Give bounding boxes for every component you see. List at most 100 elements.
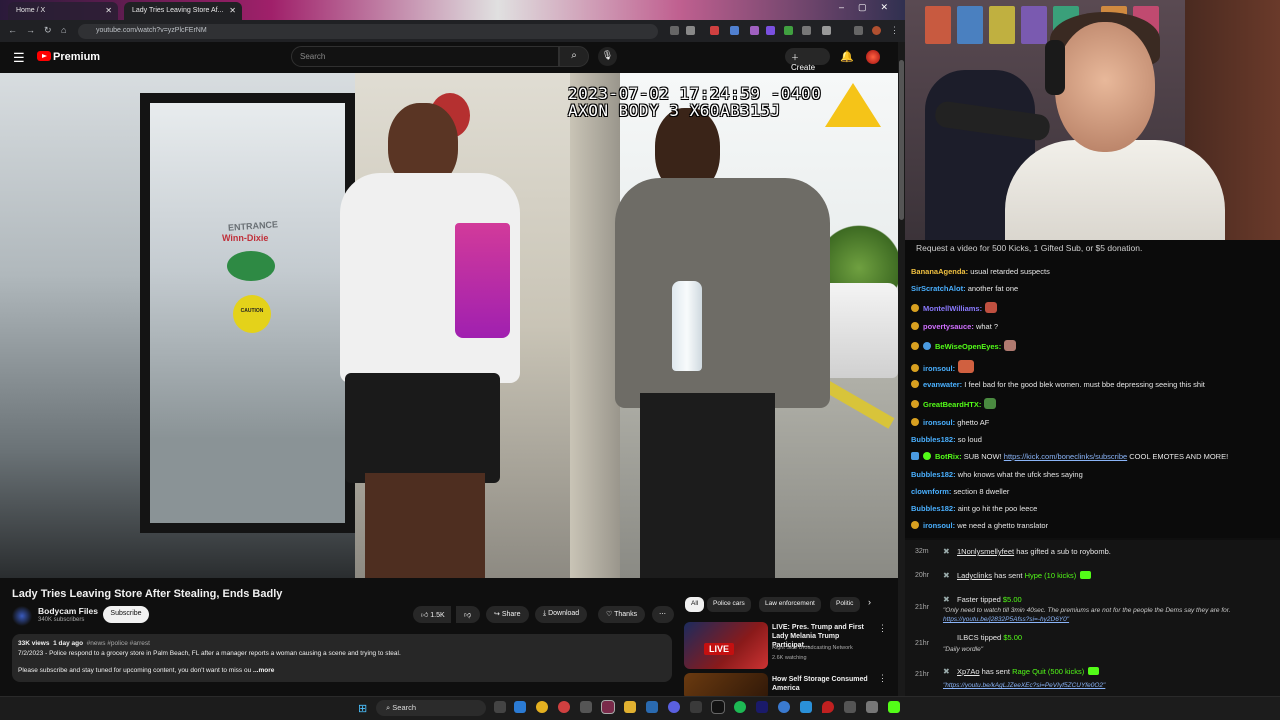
event-target[interactable]: roybomb. bbox=[1080, 547, 1111, 556]
app-icon[interactable] bbox=[690, 701, 702, 713]
extension-icon[interactable] bbox=[784, 26, 793, 35]
like-button[interactable]: 👍︎ 1.5K bbox=[413, 606, 451, 623]
browser-tab-youtube[interactable]: Lady Tries Leaving Store Af... ✕ bbox=[124, 2, 242, 20]
extension-icon[interactable] bbox=[766, 26, 775, 35]
voice-search-button[interactable]: 🎙 bbox=[598, 47, 617, 66]
video-description[interactable]: 33K views 1 day ago #news #police #arres… bbox=[12, 634, 672, 682]
search-input[interactable]: Search bbox=[291, 46, 559, 67]
forward-icon[interactable]: → bbox=[26, 25, 35, 35]
event-note-link[interactable]: "https://youtu.be/kAgLJZeeXEc?si=PeVIyf5… bbox=[943, 682, 1105, 689]
app-icon[interactable] bbox=[844, 701, 856, 713]
extension-icon[interactable] bbox=[822, 26, 831, 35]
app-icon[interactable] bbox=[646, 701, 658, 713]
app-icon[interactable] bbox=[800, 701, 812, 713]
chat-username[interactable]: BananaAgenda: bbox=[911, 267, 968, 276]
discord-icon[interactable] bbox=[668, 701, 680, 713]
event-user[interactable]: Xp7Ao bbox=[957, 667, 980, 676]
url-field[interactable]: youtube.com/watch?v=yzPlcFErNM bbox=[78, 24, 658, 39]
chat-username[interactable]: Bubbles182: bbox=[911, 504, 956, 513]
chat-link[interactable]: https://kick.com/boneclinks/subscribe bbox=[1004, 452, 1127, 461]
youtube-brand-label[interactable]: Premium bbox=[53, 51, 100, 63]
event-user[interactable]: ILBCS bbox=[957, 633, 979, 642]
bookmark-star-icon[interactable] bbox=[686, 26, 695, 35]
close-tab-icon[interactable]: ✕ bbox=[229, 6, 236, 15]
extension-icon[interactable] bbox=[670, 26, 679, 35]
task-view-icon[interactable] bbox=[494, 701, 506, 713]
active-app-icon[interactable] bbox=[601, 700, 615, 714]
chat-username[interactable]: ironsoul: bbox=[923, 364, 955, 373]
account-avatar[interactable] bbox=[866, 50, 880, 64]
home-icon[interactable]: ⌂ bbox=[61, 25, 66, 35]
chat-username[interactable]: MontellWilliams: bbox=[923, 304, 982, 313]
file-explorer-icon[interactable] bbox=[624, 701, 636, 713]
windows-start-icon[interactable]: ⊞ bbox=[358, 702, 367, 715]
chat-username[interactable]: ironsoul: bbox=[923, 521, 955, 530]
chat-username[interactable]: ironsoul: bbox=[923, 418, 955, 427]
extension-icon[interactable] bbox=[750, 26, 759, 35]
back-icon[interactable]: ← bbox=[8, 25, 17, 35]
chat-username[interactable]: SirScratchAlot: bbox=[911, 284, 966, 293]
more-actions-button[interactable]: ⋯ bbox=[652, 606, 674, 623]
browser-tab-x[interactable]: Home / X ✕ bbox=[8, 2, 118, 20]
app-icon[interactable] bbox=[778, 701, 790, 713]
subscribe-button[interactable]: Subscribe bbox=[103, 606, 149, 623]
recommendation-channel[interactable]: Right Side Broadcasting Network bbox=[772, 645, 853, 651]
hashtags[interactable]: #news #police #arrest bbox=[87, 640, 150, 647]
maps-pin-icon[interactable] bbox=[822, 701, 834, 713]
search-button[interactable]: ⌕ bbox=[559, 46, 589, 67]
reload-icon[interactable]: ↻ bbox=[44, 25, 52, 36]
kick-app-icon[interactable] bbox=[888, 701, 900, 713]
create-button[interactable]: ＋ Create bbox=[785, 48, 830, 72]
more-vertical-icon[interactable]: ⋮ bbox=[878, 673, 887, 684]
chat-username[interactable]: povertysauce: bbox=[923, 322, 974, 331]
chip-all[interactable]: All bbox=[685, 597, 705, 612]
chrome-icon[interactable] bbox=[536, 701, 548, 713]
chat-username[interactable]: GreatBeardHTX: bbox=[923, 400, 981, 409]
event-user[interactable]: Faster bbox=[957, 595, 978, 604]
spotify-icon[interactable] bbox=[734, 701, 746, 713]
extension-icon[interactable] bbox=[730, 26, 739, 35]
app-icon[interactable] bbox=[756, 701, 768, 713]
recommendation-title[interactable]: How Self Storage Consumed America bbox=[772, 675, 876, 693]
extension-icon[interactable] bbox=[854, 26, 863, 35]
notifications-bell-icon[interactable]: 🔔 bbox=[840, 50, 854, 63]
video-player[interactable]: ENTRANCE Winn-Dixie CAUTION 2023-07-02 1… bbox=[0, 73, 898, 578]
hamburger-menu-icon[interactable]: ☰ bbox=[13, 50, 25, 66]
download-button[interactable]: ⤓ Download bbox=[535, 606, 588, 623]
window-controls[interactable]: –▢✕ bbox=[839, 2, 902, 13]
taskbar-search[interactable]: ⌕ Search bbox=[376, 700, 486, 716]
chrome-profile-icon[interactable] bbox=[558, 701, 570, 713]
chat-username[interactable]: clownform: bbox=[911, 487, 951, 496]
browser-menu-icon[interactable]: ⋮ bbox=[890, 25, 899, 36]
youtube-logo-icon[interactable] bbox=[37, 51, 51, 61]
x-app-icon[interactable] bbox=[711, 700, 725, 714]
chip-law-enforcement[interactable]: Law enforcement bbox=[759, 597, 821, 612]
event-note: "Only need to watch till 3min 40sec. The… bbox=[943, 607, 1231, 614]
close-tab-icon[interactable]: ✕ bbox=[105, 6, 112, 15]
share-button[interactable]: ↪ Share bbox=[486, 606, 529, 623]
event-user[interactable]: Ladyclinks bbox=[957, 571, 992, 580]
dislike-button[interactable]: 👎︎ bbox=[456, 606, 480, 623]
chat-username[interactable]: Bubbles182: bbox=[911, 470, 956, 479]
app-icon[interactable] bbox=[580, 701, 592, 713]
channel-avatar[interactable] bbox=[12, 606, 32, 626]
channel-name[interactable]: Bodycam Files bbox=[38, 606, 98, 616]
edge-icon[interactable] bbox=[514, 701, 526, 713]
more-vertical-icon[interactable]: ⋮ bbox=[878, 623, 887, 634]
chevron-right-icon[interactable]: › bbox=[868, 597, 871, 607]
chat-username[interactable]: Bubbles182: bbox=[911, 435, 956, 444]
chat-username[interactable]: BeWiseOpenEyes: bbox=[935, 342, 1001, 351]
thanks-button[interactable]: ♡ Thanks bbox=[598, 606, 646, 623]
chip-police-cars[interactable]: Police cars bbox=[707, 597, 751, 612]
extension-icon[interactable] bbox=[710, 26, 719, 35]
chat-username[interactable]: BotRix: bbox=[935, 452, 962, 461]
chip-politics[interactable]: Politic bbox=[830, 597, 860, 612]
show-more-link[interactable]: ...more bbox=[253, 667, 274, 674]
scrollbar-thumb[interactable] bbox=[899, 60, 904, 220]
app-icon[interactable] bbox=[866, 701, 878, 713]
extensions-puzzle-icon[interactable] bbox=[802, 26, 811, 35]
event-user[interactable]: 1Nonlysmellyfeet bbox=[957, 547, 1014, 556]
profile-avatar-icon[interactable] bbox=[872, 26, 881, 35]
event-note-link[interactable]: https://youtu.be/j2832P5Afss?si=-hy2D6Y0… bbox=[943, 616, 1069, 623]
chat-username[interactable]: evanwater: bbox=[923, 380, 962, 389]
